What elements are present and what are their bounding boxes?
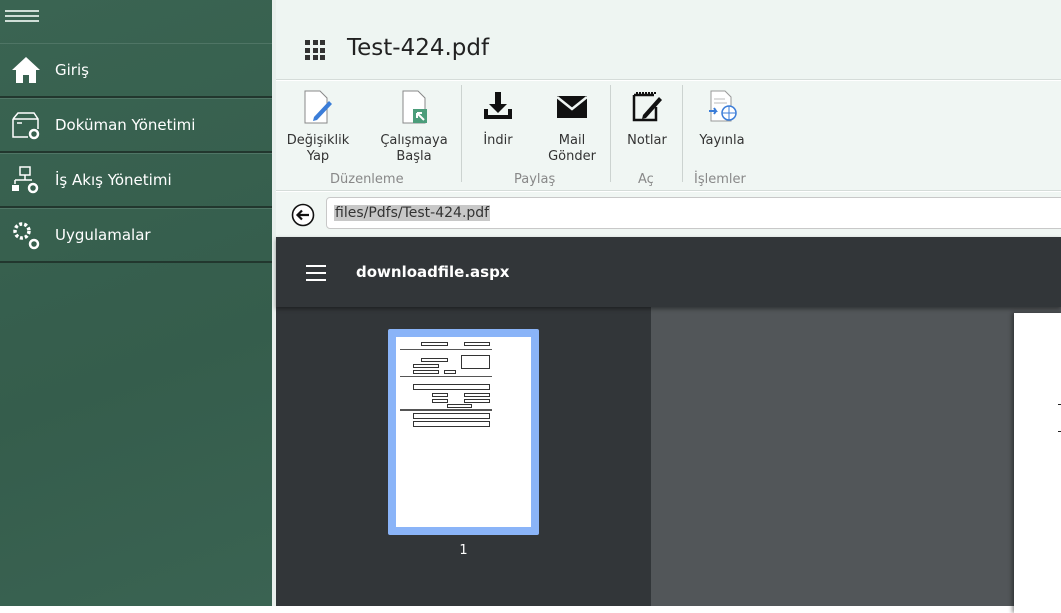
button-label: Yayınla — [699, 133, 745, 148]
calismaya-basla-button[interactable]: Çalışmaya Başla — [378, 89, 450, 165]
header: Test-424.pdf — [276, 0, 1061, 80]
indir-button[interactable]: İndir — [474, 89, 522, 149]
pdf-page — [1014, 313, 1061, 613]
gears-icon — [13, 222, 40, 250]
document-box-gear-icon — [12, 112, 40, 140]
publish-web-icon — [709, 90, 737, 122]
button-label: Çalışmaya — [380, 133, 448, 148]
button-label: Mail — [558, 133, 586, 148]
sidebar-item-dokuman-yonetimi[interactable]: Doküman Yönetimi — [0, 98, 272, 153]
button-label: Değişiklik — [286, 133, 350, 148]
sidebar-item-giris[interactable]: Giriş — [0, 43, 272, 98]
back-arrow-icon[interactable] — [291, 203, 315, 227]
group-label-ac: Aç — [638, 172, 654, 187]
home-icon — [12, 57, 40, 83]
apps-grid-icon[interactable] — [305, 40, 325, 60]
path-input[interactable]: files/Pdfs/Test-424.pdf — [326, 197, 1061, 229]
notlar-button[interactable]: Notlar — [624, 89, 670, 149]
page-thumbnail[interactable] — [388, 329, 539, 535]
mail-icon — [556, 96, 588, 118]
group-label-duzenleme: Düzenleme — [330, 172, 404, 187]
thumbnail-pane: 1 — [276, 307, 651, 606]
button-label: Başla — [396, 149, 432, 164]
sidebar-item-label: Uygulamalar — [55, 226, 151, 244]
edit-document-icon — [304, 90, 332, 124]
mail-gonder-button[interactable]: Mail Gönder — [542, 89, 602, 165]
sidebar: Giriş Doküman Yönetimi İş Akış Yönetimi … — [0, 0, 272, 606]
download-icon — [484, 92, 512, 119]
path-input-value: files/Pdfs/Test-424.pdf — [334, 205, 491, 221]
workflow-gear-icon — [12, 166, 39, 194]
sidebar-toggle-icon[interactable] — [5, 10, 39, 26]
separator — [610, 85, 611, 182]
separator — [461, 85, 462, 182]
start-work-document-icon — [402, 90, 427, 124]
ribbon-toolbar: Değişiklik Yap Çalışmaya Başla Düzenleme… — [276, 81, 1061, 191]
sidebar-item-label: Doküman Yönetimi — [55, 116, 196, 134]
sidebar-item-label: Giriş — [55, 61, 89, 79]
pdf-filename: downloadfile.aspx — [356, 263, 510, 281]
button-label: Gönder — [548, 149, 596, 164]
degisiklik-yap-button[interactable]: Değişiklik Yap — [284, 89, 352, 165]
button-label: İndir — [483, 133, 513, 148]
pdf-document-area — [651, 307, 1061, 613]
sidebar-item-uygulamalar[interactable]: Uygulamalar — [0, 208, 272, 263]
group-label-islemler: İşlemler — [694, 172, 746, 187]
pdf-viewer-toolbar: downloadfile.aspx — [276, 237, 1061, 307]
page-number-label: 1 — [459, 543, 468, 558]
separator — [682, 85, 683, 182]
button-label: Notlar — [627, 133, 667, 148]
sidebar-item-label: İş Akış Yönetimi — [55, 171, 172, 189]
address-bar: files/Pdfs/Test-424.pdf — [276, 192, 1061, 237]
page-title: Test-424.pdf — [347, 35, 490, 61]
notepad-pencil-icon — [632, 92, 662, 122]
thumbnail-page-preview — [396, 337, 531, 527]
menu-icon[interactable] — [306, 265, 326, 281]
button-label: Yap — [306, 149, 330, 164]
sidebar-item-is-akis-yonetimi[interactable]: İş Akış Yönetimi — [0, 153, 272, 208]
group-label-paylas: Paylaş — [514, 172, 556, 187]
yayinla-button[interactable]: Yayınla — [694, 89, 750, 149]
